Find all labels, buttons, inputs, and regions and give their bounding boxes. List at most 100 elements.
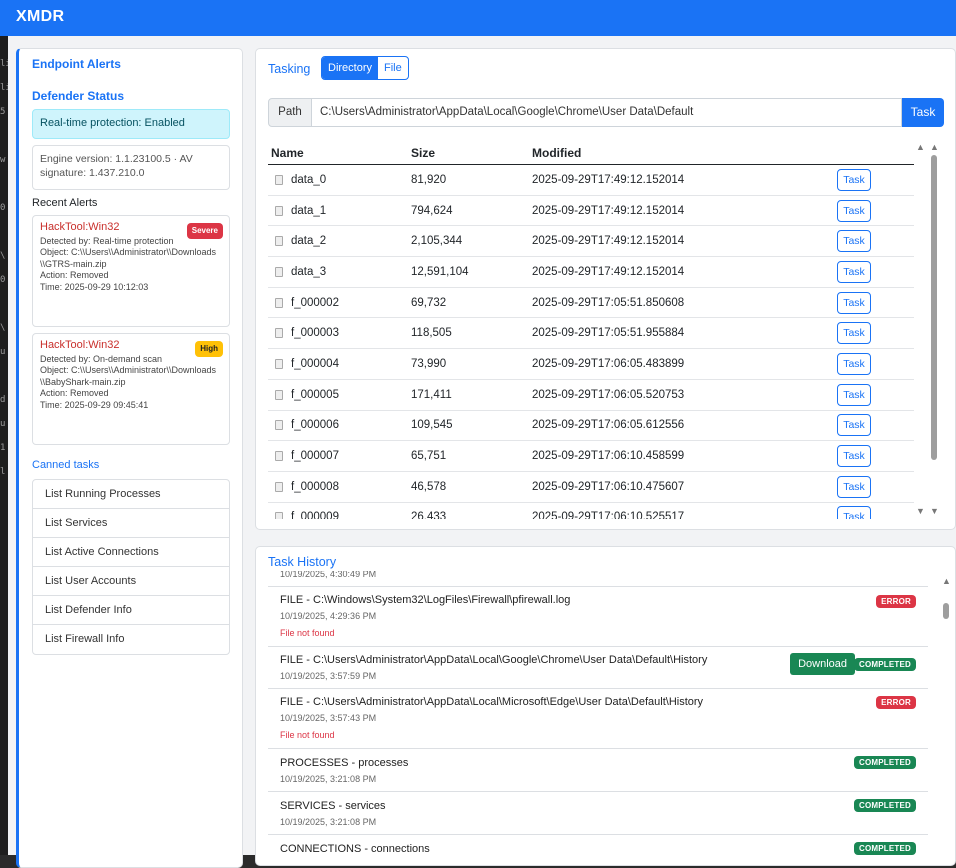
file-mode-button[interactable]: File <box>378 57 408 79</box>
scroll-down-icon[interactable]: ▼ <box>930 507 939 516</box>
file-modified: 2025-09-29T17:06:10.475607 <box>532 480 685 493</box>
app-header: XMDR <box>0 0 956 36</box>
file-name-cell: data_2 <box>268 235 411 247</box>
column-name: Name <box>271 145 304 160</box>
canned-tasks-title: Canned tasks <box>32 459 100 471</box>
history-item-time: 10/19/2025, 4:29:36 PM <box>280 611 377 621</box>
task-history-title: Task History <box>268 555 337 569</box>
canned-task-list-firewall-info[interactable]: List Firewall Info <box>33 625 229 654</box>
row-task-button[interactable]: Task <box>837 383 871 406</box>
canned-task-list-services[interactable]: List Services <box>33 509 229 538</box>
file-name-cell: f_000003 <box>268 327 411 339</box>
table-row: f_000007 65,751 2025-09-29T17:06:10.458599… <box>268 441 914 472</box>
table-row: data_1 794,624 2025-09-29T17:49:12.152014 T… <box>268 196 914 227</box>
terminal-fragment: u <box>0 347 6 357</box>
file-icon <box>275 266 283 277</box>
table-row: f_000009 26,433 2025-09-29T17:06:10.525517… <box>268 503 914 519</box>
severity-badge: High <box>195 341 223 357</box>
file-name: data_3 <box>291 265 327 278</box>
canned-task-list-running-processes[interactable]: List Running Processes <box>33 480 229 509</box>
row-task-button[interactable]: Task <box>837 445 871 468</box>
history-item[interactable]: CONNECTIONS - connections COMPLETED <box>268 835 928 865</box>
scroll-down-icon[interactable]: ▼ <box>916 507 925 516</box>
file-name: f_000007 <box>291 450 339 463</box>
row-task-button[interactable]: Task <box>837 230 871 253</box>
file-icon <box>275 389 283 400</box>
file-icon <box>275 420 283 431</box>
history-item-title: FILE - C:\Users\Administrator\AppData\Lo… <box>280 696 704 708</box>
status-badge: COMPLETED <box>853 799 916 812</box>
alert-object: Object: C:\\Users\\Administrator\\Downlo… <box>40 247 217 269</box>
alert-time: Time: 2025-09-29 09:45:41 <box>40 399 149 410</box>
task-history-list: 10/19/2025, 4:30:49 PM FILE - C:\Windows… <box>268 571 928 865</box>
history-item-title: SERVICES - services <box>280 800 386 812</box>
file-table-scrollbar[interactable]: ▲ ▼ <box>916 143 925 516</box>
defender-status-title: Defender Status <box>32 89 125 103</box>
history-scrollbar[interactable]: ▲ <box>942 577 951 865</box>
download-button[interactable]: Download <box>790 653 855 675</box>
scroll-up-icon[interactable]: ▲ <box>916 143 925 152</box>
history-item[interactable]: PROCESSES - processes 10/19/2025, 3:21:0… <box>268 749 928 792</box>
file-name: data_0 <box>291 173 327 186</box>
row-task-button[interactable]: Task <box>837 352 871 375</box>
alert-card[interactable]: HackTool:Win32 Severe Detected by: Real-… <box>32 215 230 327</box>
file-icon <box>275 451 283 462</box>
row-task-button[interactable]: Task <box>837 414 871 437</box>
history-item[interactable]: FILE - C:\Users\Administrator\AppData\Lo… <box>268 689 928 749</box>
canned-task-list-user-accounts[interactable]: List User Accounts <box>33 567 229 596</box>
scroll-thumb[interactable] <box>943 603 949 619</box>
history-item[interactable]: FILE - C:\Users\Administrator\AppData\Lo… <box>268 647 928 689</box>
file-name: f_000006 <box>291 419 339 432</box>
file-icon <box>275 236 283 247</box>
history-item-time: 10/19/2025, 3:57:43 PM <box>280 713 377 723</box>
path-input[interactable]: C:\Users\Administrator\AppData\Local\Goo… <box>312 98 902 127</box>
history-item-error: File not found <box>280 730 335 740</box>
file-size: 109,545 <box>411 419 453 432</box>
table-row: f_000004 73,990 2025-09-29T17:06:05.483899… <box>268 349 914 380</box>
path-task-button[interactable]: Task <box>902 98 944 127</box>
severity-badge: Severe <box>186 223 223 239</box>
endpoint-alerts-title: Endpoint Alerts <box>32 57 121 71</box>
file-name: f_000009 <box>291 511 339 519</box>
row-task-button[interactable]: Task <box>837 168 871 191</box>
file-name: data_2 <box>291 235 327 248</box>
canned-tasks-list: List Running Processes List Services Lis… <box>32 479 230 655</box>
canned-task-list-active-connections[interactable]: List Active Connections <box>33 538 229 567</box>
alert-card[interactable]: HackTool:Win32 High Detected by: On-dema… <box>32 333 230 445</box>
terminal-fragment: \ <box>0 323 6 333</box>
row-task-button[interactable]: Task <box>837 506 871 519</box>
panel-scrollbar[interactable]: ▲ ▼ <box>930 143 939 516</box>
file-size: 26,433 <box>411 511 447 519</box>
scroll-thumb[interactable] <box>931 155 937 460</box>
row-task-button[interactable]: Task <box>837 260 871 283</box>
file-name: f_000003 <box>291 327 339 340</box>
file-modified: 2025-09-29T17:49:12.152014 <box>532 235 685 248</box>
row-task-button[interactable]: Task <box>837 322 871 345</box>
scroll-up-icon[interactable]: ▲ <box>930 143 939 152</box>
alert-action: Action: Removed <box>40 388 109 398</box>
status-badge: COMPLETED <box>853 842 916 855</box>
history-item-partial: 10/19/2025, 4:30:49 PM <box>268 571 928 587</box>
history-item[interactable]: SERVICES - services 10/19/2025, 3:21:08 … <box>268 792 928 835</box>
file-action-cell: Task <box>837 414 914 437</box>
file-modified: 2025-09-29T17:49:12.152014 <box>532 173 685 186</box>
history-item[interactable]: FILE - C:\Windows\System32\LogFiles\Fire… <box>268 587 928 647</box>
file-size: 12,591,104 <box>411 265 469 278</box>
directory-mode-button[interactable]: Directory <box>322 57 379 79</box>
status-badge: ERROR <box>876 595 916 608</box>
terminal-fragment: w <box>0 155 6 165</box>
table-row: f_000005 171,411 2025-09-29T17:06:05.52075… <box>268 380 914 411</box>
scroll-up-icon[interactable]: ▲ <box>942 577 951 586</box>
mode-toggle: Directory File <box>321 56 409 80</box>
row-task-button[interactable]: Task <box>837 475 871 498</box>
file-name-cell: f_000006 <box>268 419 411 431</box>
canned-task-list-defender-info[interactable]: List Defender Info <box>33 596 229 625</box>
file-icon <box>275 297 283 308</box>
row-task-button[interactable]: Task <box>837 199 871 222</box>
file-modified: 2025-09-29T17:06:10.525517 <box>532 511 685 519</box>
file-size: 73,990 <box>411 357 447 370</box>
alert-action: Action: Removed <box>40 270 109 280</box>
recent-alerts-label: Recent Alerts <box>32 197 98 209</box>
file-name-cell: f_000004 <box>268 358 411 370</box>
row-task-button[interactable]: Task <box>837 291 871 314</box>
